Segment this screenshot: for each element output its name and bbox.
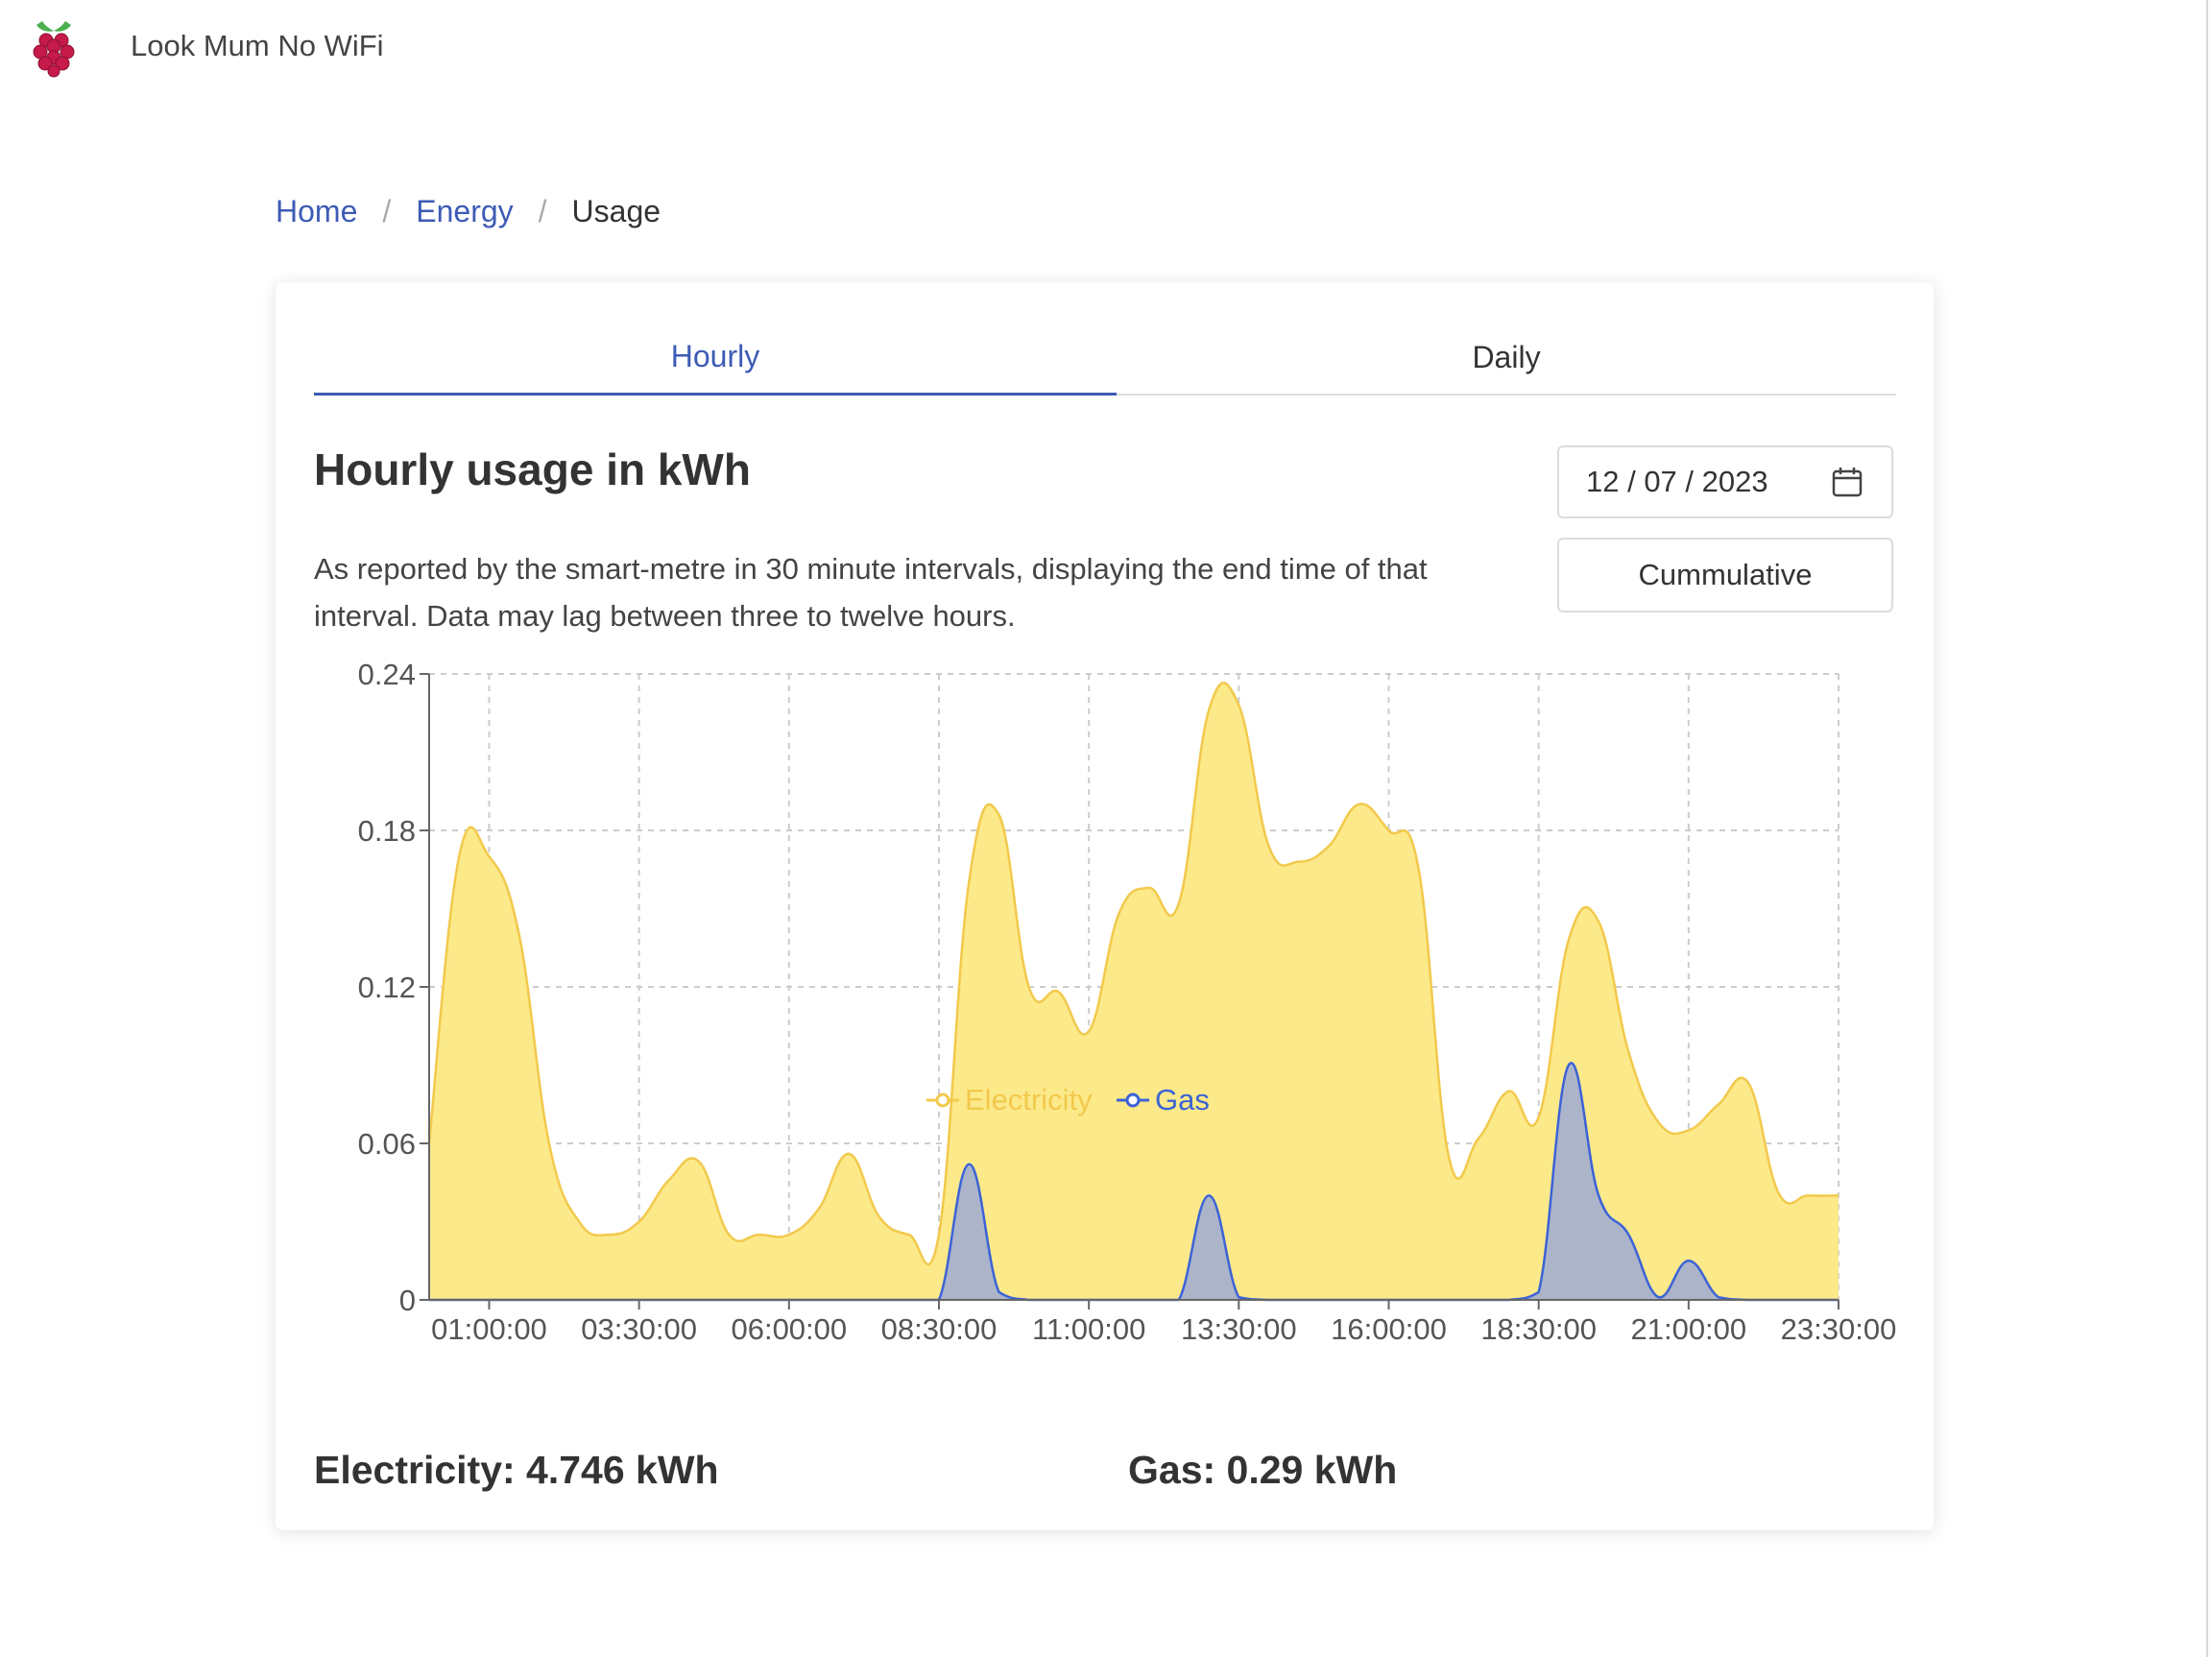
window-edge-divider [2206, 0, 2208, 1657]
breadcrumb: Home / Energy / Usage [276, 194, 661, 229]
breadcrumb-separator: / [538, 194, 547, 228]
date-field[interactable]: 12 / 07 / 2023 [1557, 445, 1893, 518]
tab-hourly[interactable]: Hourly [314, 321, 1117, 396]
top-bar: Look Mum No WiFi [0, 0, 2212, 106]
calendar-icon[interactable] [1832, 467, 1863, 497]
legend-electricity-symbol-icon [926, 1093, 959, 1108]
breadcrumb-current: Usage [571, 194, 661, 228]
chart-legend: Electricity Gas [0, 1083, 2212, 1121]
breadcrumb-separator: / [382, 194, 392, 228]
legend-item-electricity[interactable]: Electricity [926, 1083, 1093, 1117]
breadcrumb-energy-link[interactable]: Energy [416, 194, 513, 229]
usage-card: Hourly Daily Hourly usage in kWh As repo… [276, 282, 1934, 1530]
gas-total: Gas: 0.29 kWh [1128, 1448, 1398, 1492]
tab-daily[interactable]: Daily [1117, 321, 1896, 394]
legend-gas-label: Gas [1155, 1083, 1210, 1117]
breadcrumb-home-link[interactable]: Home [276, 194, 357, 229]
legend-gas-symbol-icon [1117, 1093, 1149, 1108]
date-value: 12 / 07 / 2023 [1586, 465, 1768, 498]
page-title: Hourly usage in kWh [314, 444, 751, 494]
legend-item-gas[interactable]: Gas [1117, 1083, 1210, 1117]
tab-bar: Hourly Daily [314, 321, 1896, 396]
cumulative-button[interactable]: Cummulative [1557, 538, 1893, 612]
chart-description: As reported by the smart-metre in 30 min… [314, 552, 1428, 633]
raspberry-logo-icon[interactable] [29, 17, 79, 79]
app-title[interactable]: Look Mum No WiFi [131, 29, 384, 63]
legend-electricity-label: Electricity [965, 1083, 1093, 1117]
electricity-total: Electricity: 4.746 kWh [314, 1448, 719, 1492]
